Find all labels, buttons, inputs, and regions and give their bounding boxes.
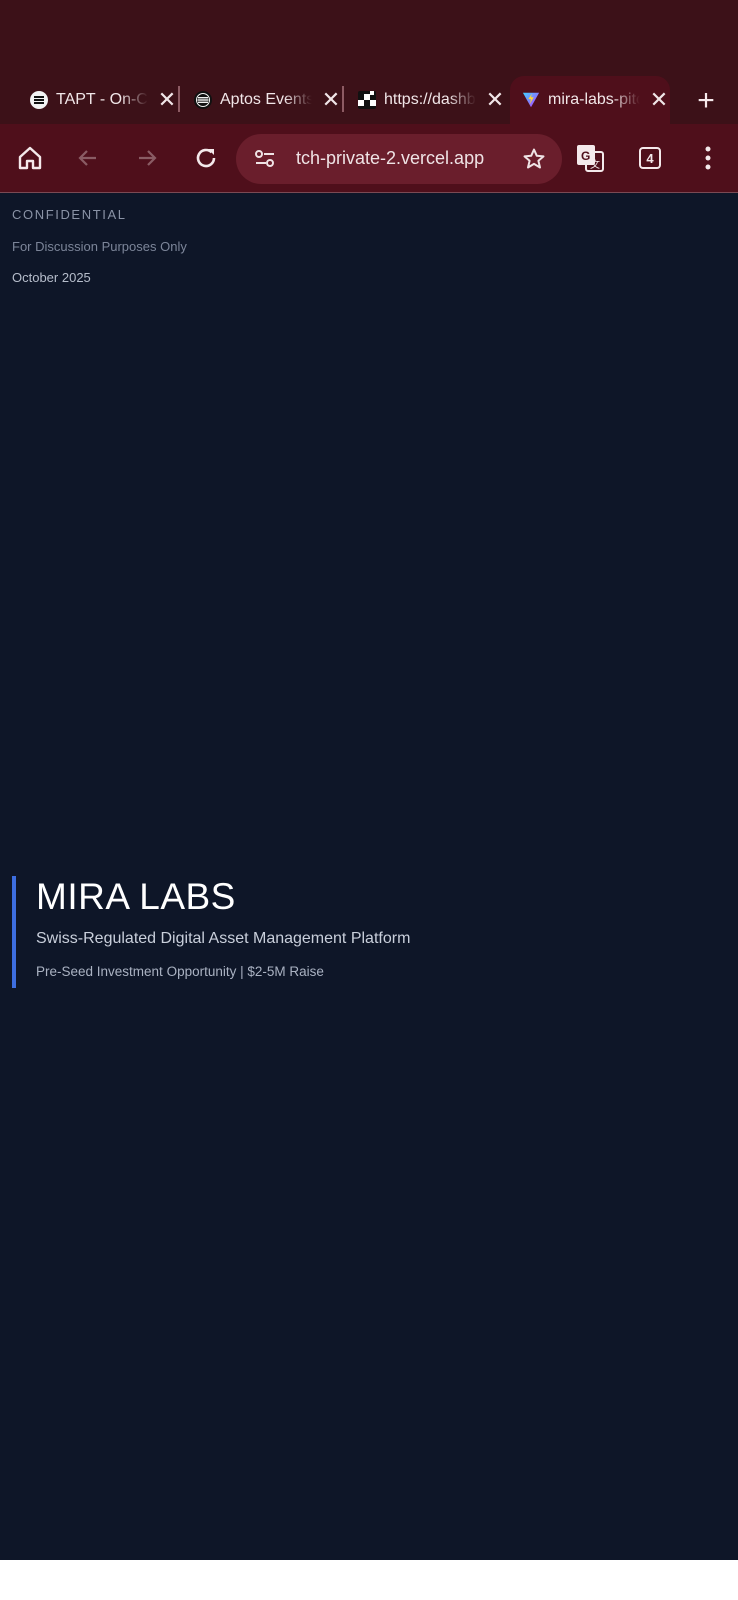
- hero-block: MIRA LABS Swiss-Regulated Digital Asset …: [12, 876, 410, 988]
- close-tab-icon[interactable]: ✕: [320, 89, 342, 111]
- page-subtitle: Swiss-Regulated Digital Asset Management…: [36, 930, 411, 947]
- tapt-logo-icon: [30, 91, 48, 109]
- back-arrow-icon[interactable]: [68, 138, 108, 178]
- aptos-logo-icon: [194, 91, 212, 109]
- tab-divider: [178, 86, 180, 112]
- translate-icon[interactable]: G文: [570, 138, 610, 178]
- home-icon[interactable]: [10, 138, 50, 178]
- bottom-blank-area: [0, 1560, 738, 1600]
- page-title: MIRA LABS: [36, 876, 236, 917]
- browser-toolbar: tch-private-2.vercel.app G文 4: [0, 124, 738, 192]
- reload-icon[interactable]: [186, 138, 226, 178]
- svg-text:文: 文: [590, 158, 600, 171]
- address-bar[interactable]: tch-private-2.vercel.app: [236, 134, 562, 184]
- overflow-menu-icon[interactable]: [688, 138, 728, 178]
- bookmark-star-icon[interactable]: [522, 147, 546, 176]
- tab-title: TAPT - On-Chain Rewards: [56, 91, 148, 108]
- date-label: October 2025: [12, 270, 91, 285]
- close-tab-icon[interactable]: ✕: [648, 89, 670, 111]
- tab-title: Aptos Events: [220, 91, 312, 108]
- tab-mira-labs[interactable]: mira-labs-pitch ✕: [510, 76, 670, 124]
- tab-title: mira-labs-pitch: [548, 91, 640, 108]
- forward-arrow-icon[interactable]: [127, 138, 167, 178]
- tab-tapt[interactable]: TAPT - On-Chain Rewards ✕: [30, 76, 180, 124]
- close-tab-icon[interactable]: ✕: [484, 89, 506, 111]
- svg-text:G: G: [581, 149, 590, 163]
- tab-strip: TAPT - On-Chain Rewards ✕ Aptos Events ✕…: [0, 76, 738, 124]
- checker-logo-icon: [358, 91, 376, 109]
- investment-tagline: Pre-Seed Investment Opportunity | $2-5M …: [36, 964, 324, 979]
- site-settings-icon[interactable]: [254, 148, 276, 175]
- tab-switcher-button[interactable]: 4: [630, 138, 670, 178]
- discussion-note: For Discussion Purposes Only: [12, 239, 187, 254]
- tab-dashboard[interactable]: https://dashboard ✕: [358, 76, 508, 124]
- new-tab-button[interactable]: +: [688, 86, 724, 116]
- confidential-label: CONFIDENTIAL: [12, 207, 127, 222]
- tab-count: 4: [639, 147, 661, 169]
- web-page: CONFIDENTIAL For Discussion Purposes Onl…: [0, 193, 738, 1560]
- close-tab-icon[interactable]: ✕: [156, 89, 178, 111]
- url-text[interactable]: tch-private-2.vercel.app: [296, 148, 484, 169]
- tab-title: https://dashboard: [384, 91, 476, 108]
- browser-chrome: TAPT - On-Chain Rewards ✕ Aptos Events ✕…: [0, 0, 738, 193]
- vite-logo-icon: [522, 91, 540, 109]
- tab-aptos[interactable]: Aptos Events ✕: [194, 76, 344, 124]
- tab-divider: [342, 86, 344, 112]
